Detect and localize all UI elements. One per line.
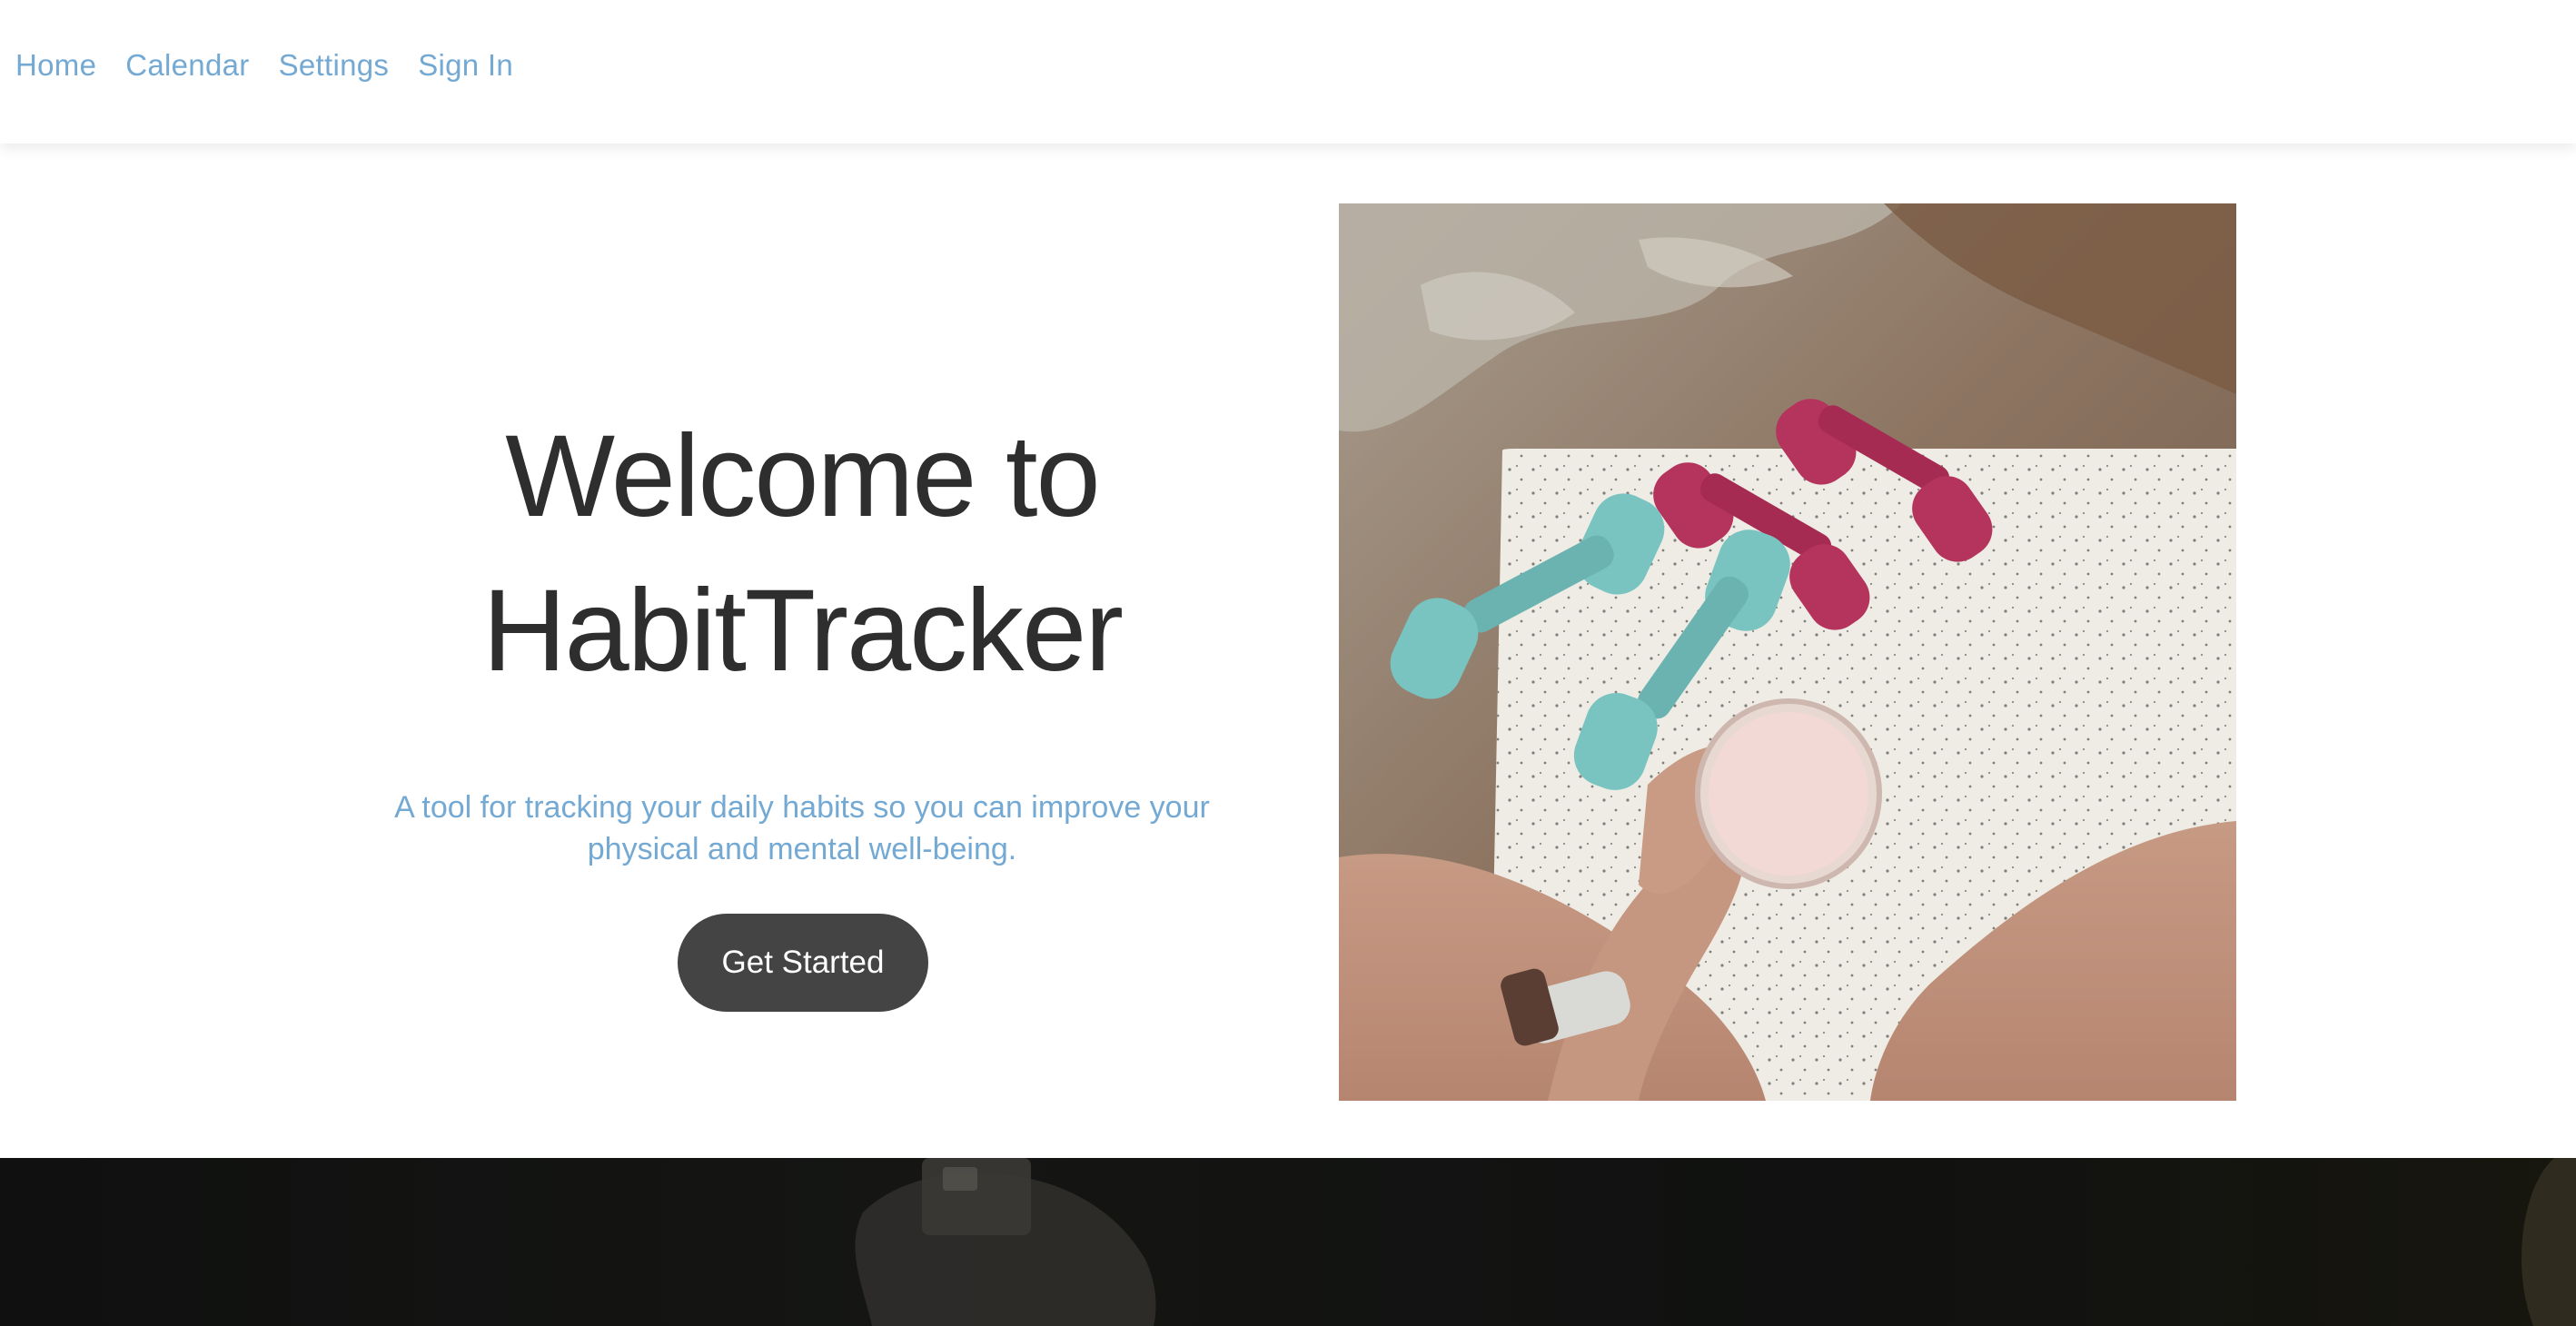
- nav-sign-in-link[interactable]: Sign In: [418, 48, 513, 83]
- hero-title-line-1: Welcome to: [505, 411, 1100, 541]
- nav-links: Home Calendar Settings Sign In: [15, 48, 513, 83]
- hero-section: Welcome to HabitTracker A tool for track…: [0, 143, 2576, 1158]
- dark-feature-band: [0, 1158, 2576, 1326]
- hero-title: Welcome to HabitTracker: [363, 400, 1241, 708]
- nav-calendar-link[interactable]: Calendar: [125, 48, 249, 83]
- hero-subtitle: A tool for tracking your daily habits so…: [394, 790, 1210, 866]
- nav-home-link[interactable]: Home: [15, 48, 96, 83]
- nav-settings-link[interactable]: Settings: [279, 48, 390, 83]
- top-navbar: Home Calendar Settings Sign In: [0, 0, 2576, 143]
- hero-title-line-2: HabitTracker: [482, 566, 1124, 696]
- hero-text-column: Welcome to HabitTracker A tool for track…: [363, 143, 1241, 1158]
- get-started-button[interactable]: Get Started: [678, 914, 928, 1012]
- fitness-photo: [1339, 203, 2236, 1101]
- dark-band-photo: [855, 1158, 2576, 1326]
